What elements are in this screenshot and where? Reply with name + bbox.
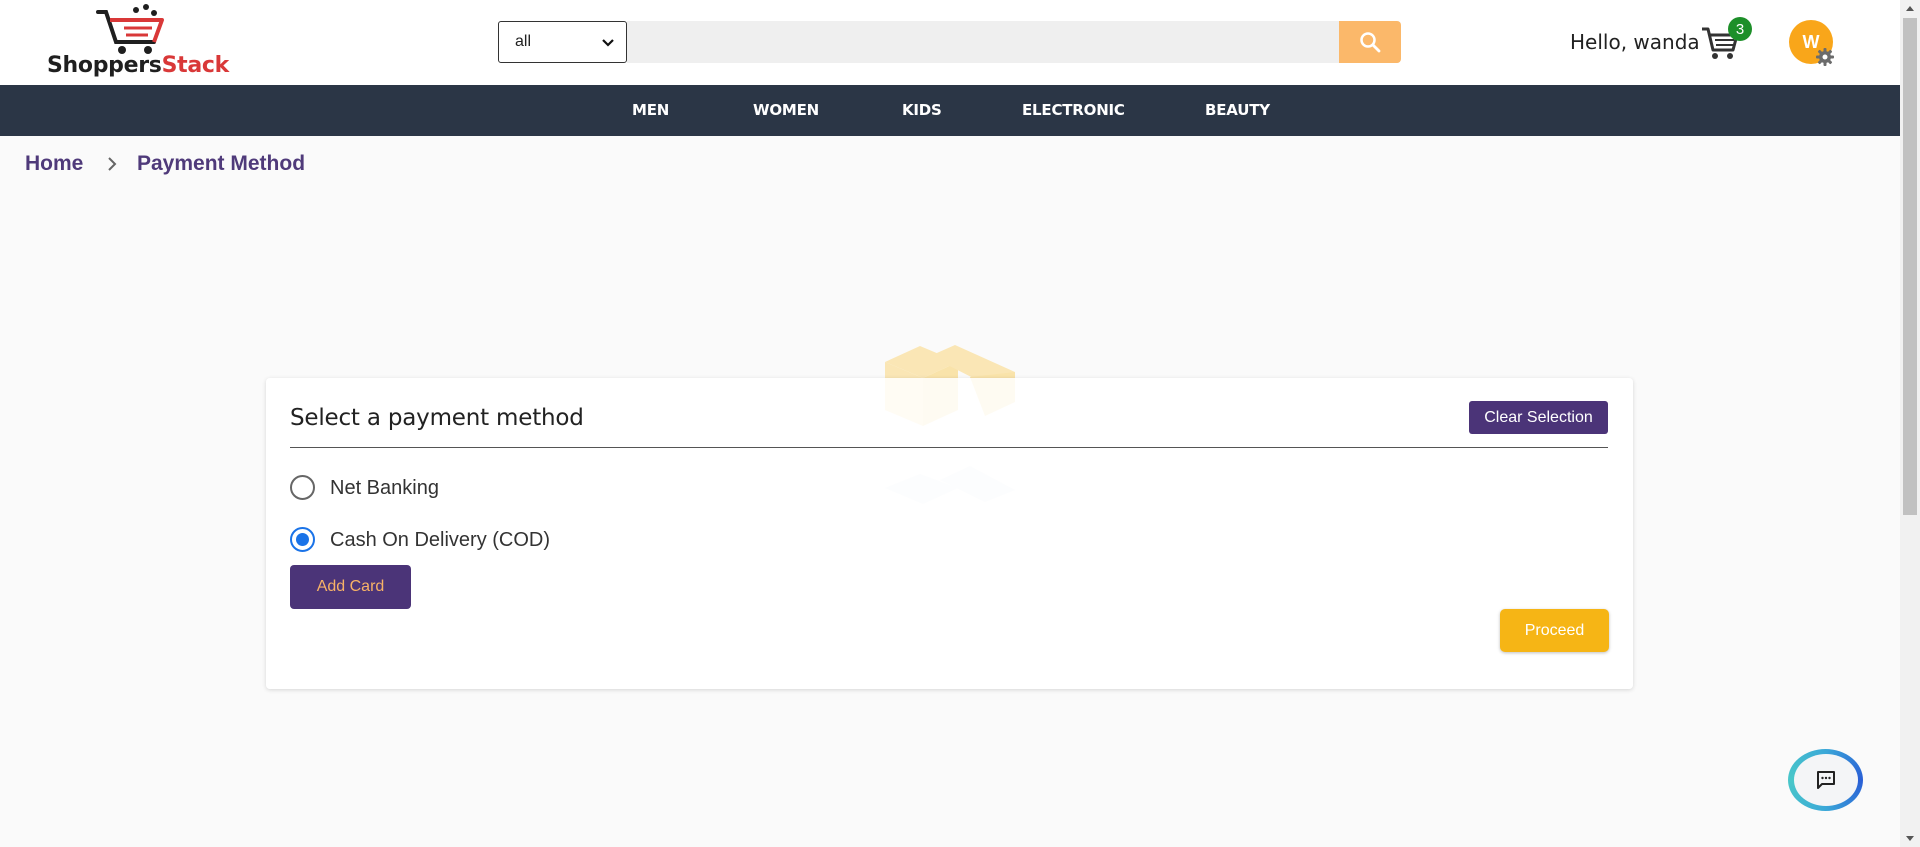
cart-count-badge: 3 — [1728, 17, 1752, 41]
logo-part-2: Stack — [161, 53, 230, 78]
cod-radio[interactable] — [290, 527, 315, 552]
nav-item-kids[interactable]: KIDS — [902, 85, 942, 136]
greeting: Hello, wanda — [1570, 30, 1700, 54]
scroll-up-icon[interactable] — [1905, 4, 1915, 14]
category-select-value: all — [515, 33, 532, 50]
main-nav: MEN WOMEN KIDS ELECTRONIC BEAUTY — [0, 85, 1900, 136]
logo-text[interactable]: ShoppersStack — [47, 53, 229, 78]
nav-item-electronic[interactable]: ELECTRONIC — [1022, 85, 1125, 136]
chat-button[interactable] — [1788, 749, 1863, 811]
nav-item-men[interactable]: MEN — [632, 85, 669, 136]
scroll-down-icon[interactable] — [1905, 833, 1915, 843]
cod-label[interactable]: Cash On Delivery (COD) — [330, 529, 550, 552]
nav-item-women[interactable]: WOMEN — [753, 85, 819, 136]
header: ShoppersStack all Hello, wanda 3 W — [0, 0, 1900, 85]
breadcrumb-home[interactable]: Home — [25, 152, 83, 176]
chevron-right-icon — [108, 157, 117, 171]
gear-icon[interactable] — [1815, 47, 1835, 67]
divider — [290, 447, 1608, 448]
net-banking-radio[interactable] — [290, 475, 315, 500]
net-banking-label[interactable]: Net Banking — [330, 477, 439, 500]
search-icon — [1360, 32, 1381, 53]
logo-part-1: Shoppers — [47, 53, 162, 78]
breadcrumb-current: Payment Method — [137, 152, 306, 175]
chat-button-inner — [1793, 754, 1858, 806]
chevron-down-icon — [602, 39, 614, 47]
proceed-button[interactable]: Proceed — [1500, 609, 1609, 652]
search-button[interactable] — [1339, 21, 1401, 63]
nav-item-beauty[interactable]: BEAUTY — [1205, 85, 1270, 136]
chat-icon — [1816, 771, 1835, 789]
category-select[interactable]: all — [498, 21, 627, 63]
search-input[interactable] — [627, 21, 1339, 63]
clear-selection-button[interactable]: Clear Selection — [1469, 401, 1608, 434]
add-card-button[interactable]: Add Card — [290, 565, 411, 609]
scrollbar-thumb[interactable] — [1903, 18, 1917, 515]
payment-title: Select a payment method — [290, 405, 584, 431]
